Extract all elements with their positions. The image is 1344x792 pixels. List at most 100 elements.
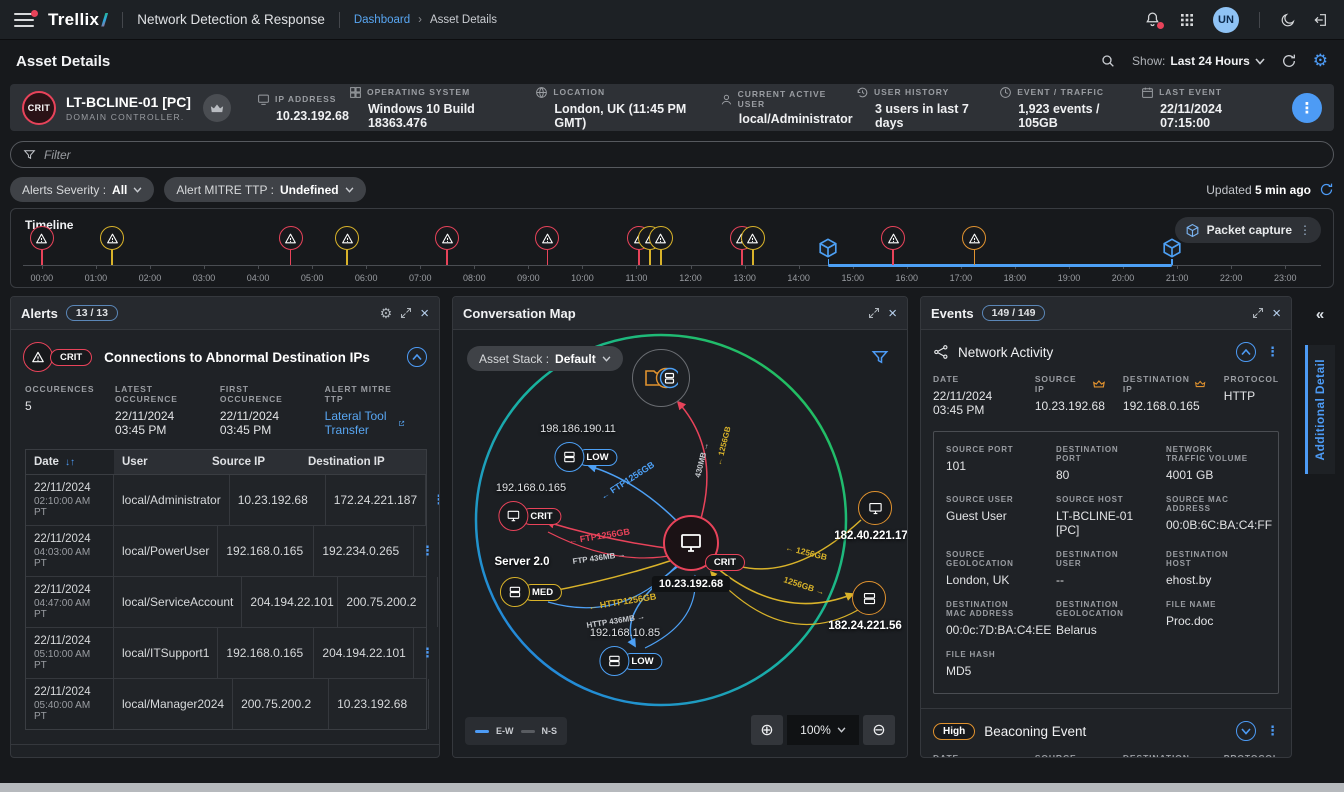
- row-menu-button[interactable]: ⋮: [421, 645, 434, 661]
- alerts-settings-icon[interactable]: ⚙: [380, 305, 393, 322]
- row-menu-button[interactable]: ⋮: [421, 543, 434, 559]
- alert-severity-icon: [23, 342, 53, 372]
- brand-logo[interactable]: Trellix: [48, 10, 108, 30]
- table-row[interactable]: 22/11/202405:40:00 AM PT local/Manager20…: [26, 679, 426, 729]
- events-expand-icon[interactable]: [1252, 307, 1264, 319]
- avatar[interactable]: UN: [1213, 7, 1239, 33]
- show-value: Last 24 Hours: [1170, 54, 1249, 68]
- asset-actions-button[interactable]: ⋮: [1292, 93, 1322, 123]
- col-date[interactable]: Date↓↑: [26, 450, 114, 474]
- timeline-alert-marker[interactable]: [649, 226, 673, 265]
- filter-bar[interactable]: [10, 141, 1334, 168]
- horizontal-scrollbar[interactable]: [0, 783, 1344, 792]
- timeline-alert-marker[interactable]: [335, 226, 359, 265]
- table-row[interactable]: 22/11/202405:10:00 AM PT local/ITSupport…: [26, 628, 426, 679]
- col-destination-ip[interactable]: Destination IP: [300, 450, 400, 474]
- col-menu: [400, 450, 426, 474]
- timeline-panel: Timeline Packet capture ⋮ 00:00 01:00 02…: [10, 208, 1334, 288]
- timeline-tick: [636, 265, 637, 269]
- events-panel: Events 149 / 149 × Network Activity ⋮ DA…: [920, 296, 1292, 758]
- alert-collapse-button[interactable]: [407, 347, 427, 367]
- time-range-select[interactable]: Show: Last 24 Hours: [1132, 54, 1265, 68]
- collapse-panel-button[interactable]: «: [1316, 306, 1324, 323]
- chevron-down-icon: [345, 187, 354, 193]
- filter-input[interactable]: [44, 148, 1321, 162]
- network-activity-collapse[interactable]: [1236, 342, 1256, 362]
- timeline-alert-marker[interactable]: [881, 226, 905, 265]
- alerts-close-icon[interactable]: ×: [420, 306, 429, 321]
- map-node-low-2[interactable]: LOW: [599, 646, 662, 676]
- refresh-icon[interactable]: [1281, 53, 1297, 69]
- conversation-map-panel: Conversation Map × Asset Stack :Default: [452, 296, 908, 758]
- dark-mode-icon[interactable]: [1280, 12, 1296, 28]
- detail-row: SOURCE USERGuest UserSOURCE HOSTLT-BCLIN…: [946, 495, 1266, 537]
- menu-icon[interactable]: [14, 13, 34, 27]
- table-row[interactable]: 22/11/202404:47:00 AM PT local/ServiceAc…: [26, 577, 426, 628]
- sort-icon[interactable]: ↓↑: [65, 457, 75, 468]
- detail-field: SOURCE GEOLOCATIONLondon, UK: [946, 550, 1032, 587]
- zoom-level-select[interactable]: 100%: [787, 715, 859, 745]
- map-node-remote-1[interactable]: [858, 491, 892, 525]
- timeline-alert-marker[interactable]: [100, 226, 124, 265]
- node-label: 192.168.10.85: [590, 627, 660, 639]
- bell-icon[interactable]: [1144, 11, 1161, 28]
- events-close-icon[interactable]: ×: [1272, 306, 1281, 321]
- cell-source-ip: 200.75.200.2: [233, 679, 329, 729]
- mitre-filter-pill[interactable]: Alert MITRE TTP :Undefined: [164, 177, 365, 202]
- asset-stack-select[interactable]: Asset Stack :Default: [467, 346, 623, 371]
- asset-field-os: OPERATING SYSTEM Windows 10 Build 18363.…: [349, 86, 535, 130]
- alerts-count-badge: 13 / 13: [66, 305, 118, 321]
- zoom-in-button[interactable]: ⊕: [751, 715, 783, 745]
- breadcrumb-dashboard[interactable]: Dashboard: [354, 14, 410, 26]
- map-node-med-1[interactable]: MED: [500, 577, 562, 607]
- ns-legend-line: [521, 730, 535, 733]
- mitre-ttp-link[interactable]: Lateral Tool Transfer: [325, 409, 405, 437]
- timeline-capture-marker[interactable]: [1161, 237, 1183, 265]
- edge-label: 1256GB →: [782, 574, 826, 597]
- timeline-alert-marker[interactable]: [435, 226, 459, 265]
- zoom-out-button[interactable]: ⊖: [863, 715, 895, 745]
- map-node-crit-1[interactable]: CRIT: [498, 501, 561, 531]
- row-menu-button[interactable]: ⋮: [436, 696, 439, 712]
- detail-field: FILE HASHMD5: [946, 650, 1032, 678]
- row-menu-button[interactable]: ⋮: [432, 492, 439, 508]
- map-node-remote-2[interactable]: [852, 581, 886, 615]
- map-node-low-1[interactable]: LOW: [554, 442, 617, 472]
- search-icon[interactable]: [1100, 53, 1116, 69]
- beaconing-expand[interactable]: [1236, 721, 1256, 741]
- severity-filter-pill[interactable]: Alerts Severity :All: [10, 177, 154, 202]
- col-source-ip[interactable]: Source IP: [204, 450, 300, 474]
- map-expand-icon[interactable]: [868, 307, 880, 319]
- settings-gear-icon[interactable]: ⚙: [1313, 51, 1328, 71]
- col-user[interactable]: User: [114, 450, 204, 474]
- alerts-expand-icon[interactable]: [400, 307, 412, 319]
- edge-label: ← HTTP1256GB: [588, 591, 658, 612]
- beaconing-menu[interactable]: ⋮: [1266, 723, 1279, 739]
- timeline-alert-marker[interactable]: [741, 226, 765, 265]
- additional-detail-tab[interactable]: Additional Detail: [1305, 345, 1335, 474]
- timeline-alert-marker[interactable]: [279, 226, 303, 265]
- map-filter-icon[interactable]: [871, 348, 889, 366]
- apps-grid-icon[interactable]: [1179, 12, 1195, 28]
- timeline-capture-marker[interactable]: [817, 237, 839, 265]
- cell-source-ip: 192.168.0.165: [218, 526, 314, 576]
- refresh-icon[interactable]: [1319, 182, 1334, 197]
- detail-field: DESTINATION MAC ADDRESS00:0c:7D:BA:C4:EE: [946, 600, 1032, 637]
- map-close-icon[interactable]: ×: [888, 306, 897, 321]
- logout-icon[interactable]: [1314, 12, 1330, 28]
- timeline-alert-marker[interactable]: [30, 226, 54, 265]
- asset-summary-bar: CRIT LT-BCLINE-01 [PC] DOMAIN CONTROLLER…: [10, 84, 1334, 131]
- timeline-alert-marker[interactable]: [962, 226, 986, 265]
- timeline-alert-marker[interactable]: [535, 226, 559, 265]
- crown-button[interactable]: [203, 94, 231, 122]
- notification-dot: [31, 10, 38, 17]
- cell-destination-ip: 10.23.192.68: [329, 679, 429, 729]
- timeline-tick: [799, 265, 800, 269]
- network-activity-menu[interactable]: ⋮: [1266, 344, 1279, 360]
- beaconing-severity-pill: High: [933, 723, 975, 740]
- table-row[interactable]: 22/11/202402:10:00 AM PT local/Administr…: [26, 475, 426, 526]
- timeline-hour-label: 09:00: [517, 273, 540, 283]
- table-row[interactable]: 22/11/202404:03:00 AM PT local/PowerUser…: [26, 526, 426, 577]
- map-node-center[interactable]: CRIT: [663, 515, 719, 571]
- asset-stack-node[interactable]: [632, 349, 690, 407]
